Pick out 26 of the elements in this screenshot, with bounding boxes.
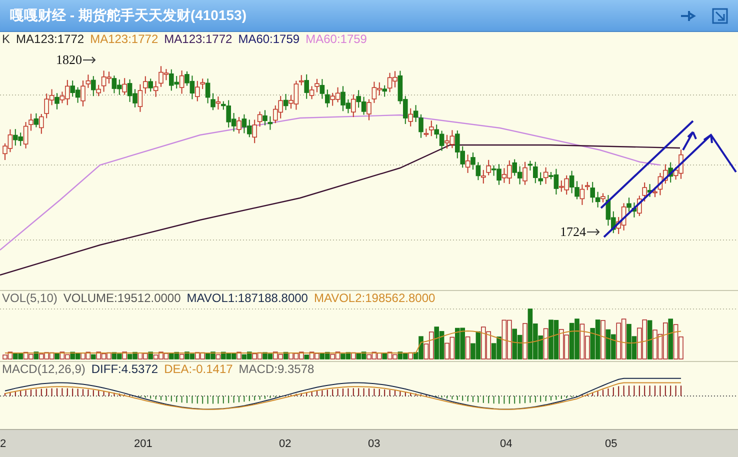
legend-label: K bbox=[2, 33, 10, 45]
price-annotation: 1820 bbox=[56, 53, 82, 66]
legend-label: VOLUME:19512.0000 bbox=[63, 292, 181, 304]
axis-label: 04 bbox=[500, 437, 512, 452]
legend-label: MAVOL2:198562.8000 bbox=[314, 292, 436, 304]
legend-label: MACD:9.3578 bbox=[238, 363, 314, 375]
legend-label: DEA:-0.1417 bbox=[164, 363, 233, 375]
legend-label: VOL(5,10) bbox=[2, 292, 58, 304]
legend-label: MAVOL1:187188.8000 bbox=[186, 292, 308, 304]
legend-label: DIFF:4.5372 bbox=[91, 363, 158, 375]
axis-label: 2 bbox=[0, 437, 6, 452]
legend-label: MA123:1772 bbox=[164, 33, 232, 45]
axis-label: 201 bbox=[134, 437, 152, 452]
window-title: 嘎嘎财经 - 期货舵手天天发财(410153) bbox=[10, 6, 248, 25]
axis-label: 03 bbox=[368, 437, 380, 452]
legend-label: MACD(12,26,9) bbox=[2, 363, 86, 375]
maximize-icon[interactable] bbox=[712, 8, 728, 24]
legend-label: MA60:1759 bbox=[238, 33, 300, 45]
legend-label: MA123:1772 bbox=[90, 33, 158, 45]
axis-label: 05 bbox=[605, 437, 618, 452]
legend-label: MA60:1759 bbox=[306, 33, 367, 45]
arrow-icon bbox=[83, 56, 97, 64]
legend-label: MA123:1772 bbox=[16, 33, 84, 45]
arrow-icon bbox=[587, 228, 601, 236]
axis-label: 02 bbox=[279, 437, 292, 452]
price-annotation: 1724 bbox=[560, 225, 586, 238]
